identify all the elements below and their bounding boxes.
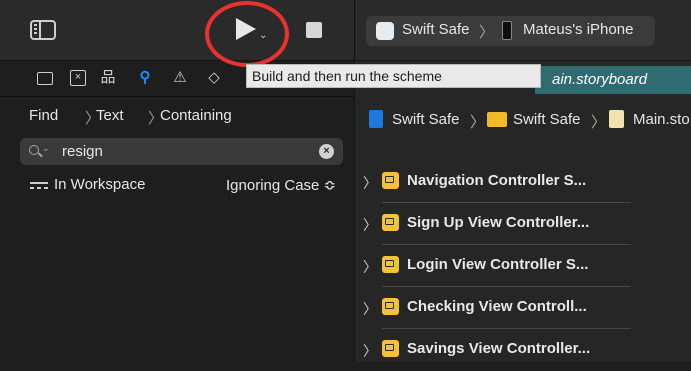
jump-bar-group[interactable]: Swift Safe: [513, 111, 581, 128]
outline-item[interactable]: 〉 Login View Controller S...: [355, 245, 645, 287]
find-match-popup[interactable]: Containing: [160, 107, 232, 124]
editor-tab[interactable]: ain.storyboard: [535, 66, 691, 94]
chevron-right-icon[interactable]: 〉: [363, 299, 377, 319]
chevron-right-icon[interactable]: 〉: [363, 215, 377, 235]
folder-icon: [487, 112, 507, 127]
issue-navigator-icon[interactable]: ⚠: [172, 70, 188, 86]
find-navigator-icon[interactable]: ⚲: [137, 70, 153, 86]
find-type-popup[interactable]: Text: [96, 107, 124, 124]
run-button[interactable]: [236, 18, 256, 40]
outline-item-label: Savings View Controller...: [407, 340, 591, 357]
navigation-controller-icon: [382, 172, 399, 189]
view-controller-icon: [382, 298, 399, 315]
view-controller-icon: [382, 214, 399, 231]
storyboard-file-icon: [609, 110, 624, 128]
scope-icon: [30, 182, 48, 191]
run-tooltip: Build and then run the scheme: [246, 64, 541, 88]
search-icon[interactable]: [29, 145, 39, 155]
scheme-separator: 〉: [479, 24, 495, 41]
outline-item[interactable]: 〉 Checking View Controll...: [355, 287, 645, 329]
chevron-right-icon[interactable]: 〉: [363, 173, 377, 193]
chevron-right-icon[interactable]: 〉: [363, 257, 377, 277]
outline-item[interactable]: 〉 Savings View Controller...: [355, 329, 645, 371]
outline-item[interactable]: 〉 Sign Up View Controller...: [355, 203, 645, 245]
iphone-icon: [502, 21, 512, 40]
jump-bar-separator: 〉: [470, 114, 486, 131]
jump-bar-project[interactable]: Swift Safe: [392, 111, 460, 128]
sidebar-toggle-icon[interactable]: [30, 20, 56, 40]
folder-icon[interactable]: [37, 72, 53, 85]
swift-project-icon: [369, 110, 383, 128]
outline-item-label: Checking View Controll...: [407, 298, 587, 315]
view-controller-icon: [382, 256, 399, 273]
editor-tab-label: ain.storyboard: [552, 71, 648, 88]
chevron-down-icon[interactable]: ⌄: [42, 143, 50, 154]
search-scope-button[interactable]: In Workspace: [54, 176, 145, 193]
outline-item[interactable]: 〉 Navigation Controller S...: [355, 161, 645, 203]
scheme-project-label: Swift Safe: [402, 21, 470, 38]
stop-button[interactable]: [306, 22, 322, 38]
chevron-right-icon[interactable]: 〉: [363, 341, 377, 361]
jump-bar-file[interactable]: Main.sto: [633, 111, 690, 128]
scheme-device-label: Mateus's iPhone: [523, 21, 634, 38]
jump-bar-separator: 〉: [591, 114, 607, 131]
find-mode-popup[interactable]: Find: [29, 107, 58, 124]
outline-item-label: Sign Up View Controller...: [407, 214, 590, 231]
test-navigator-icon[interactable]: ◇: [206, 70, 222, 86]
chevron-down-icon[interactable]: ⌄: [259, 30, 267, 41]
source-control-icon[interactable]: ×: [70, 70, 86, 86]
divider: [0, 96, 354, 97]
case-sensitivity-popup[interactable]: Ignoring Case ≎: [226, 176, 336, 194]
symbol-navigator-icon[interactable]: 品: [100, 70, 116, 86]
app-icon: [376, 22, 394, 40]
clear-icon[interactable]: ×: [319, 144, 334, 159]
outline-item-label: Navigation Controller S...: [407, 172, 587, 189]
search-query[interactable]: resign: [62, 143, 103, 160]
view-controller-icon: [382, 340, 399, 357]
outline-item-label: Login View Controller S...: [407, 256, 589, 273]
